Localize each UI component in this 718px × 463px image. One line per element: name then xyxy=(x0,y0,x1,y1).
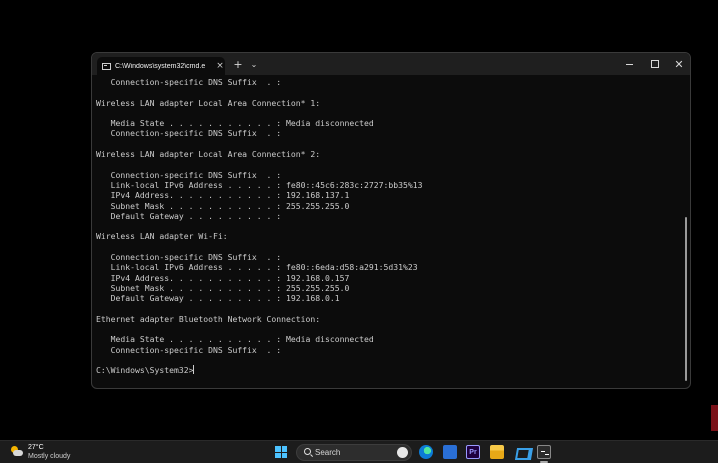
weather-description[interactable]: Mostly cloudy xyxy=(28,453,70,460)
start-pane xyxy=(275,452,281,458)
scrollbar[interactable] xyxy=(685,217,687,381)
weather-icon[interactable] xyxy=(10,446,23,458)
tab-dropdown-button[interactable]: ⌄ xyxy=(248,57,260,71)
search-icon xyxy=(304,448,311,455)
terminal-line: Default Gateway . . . . . . . . . : 192.… xyxy=(96,293,340,304)
terminal-line: C:\Windows\System32> xyxy=(96,365,195,376)
minimize-button[interactable] xyxy=(622,57,636,71)
tab-title: C:\Windows\system32\cmd.e xyxy=(115,62,206,70)
terminal-line: IPv4 Address. . . . . . . . . . . : 192.… xyxy=(96,190,350,201)
title-bar: C:\Windows\system32\cmd.e × + ⌄ ✕ xyxy=(92,53,690,75)
taskbar: 27°C Mostly cloudy Search Pr xyxy=(0,440,718,463)
terminal-line: Connection-specific DNS Suffix . : xyxy=(96,344,282,355)
cmd-icon xyxy=(102,62,111,70)
file-explorer-icon[interactable] xyxy=(490,445,504,459)
terminal-line: Ethernet adapter Bluetooth Network Conne… xyxy=(96,313,321,324)
terminal-line: Connection-specific DNS Suffix . : xyxy=(96,169,282,180)
search-label: Search xyxy=(315,448,341,457)
terminal-line: Subnet Mask . . . . . . . . . . . : 255.… xyxy=(96,282,350,293)
terminal-line: Media State . . . . . . . . . . . : Medi… xyxy=(96,118,374,129)
taskbar-search-box[interactable]: Search xyxy=(296,444,412,461)
start-pane xyxy=(281,446,287,452)
tab-cmd[interactable]: C:\Windows\system32\cmd.e × xyxy=(97,57,225,75)
text-cursor xyxy=(193,365,195,375)
terminal-line: Media State . . . . . . . . . . . : Medi… xyxy=(96,334,374,345)
store-icon[interactable] xyxy=(443,445,457,459)
terminal-line: Link-local IPv6 Address . . . . . : fe80… xyxy=(96,262,418,273)
background-window-edge xyxy=(711,405,718,431)
new-tab-button[interactable]: + xyxy=(232,57,244,71)
terminal-line: Wireless LAN adapter Wi-Fi: xyxy=(96,231,228,242)
terminal-line: Connection-specific DNS Suffix . : xyxy=(96,252,282,263)
tab-close-icon[interactable]: × xyxy=(215,61,225,71)
edge-icon[interactable] xyxy=(419,445,433,459)
maximize-button[interactable] xyxy=(648,57,662,71)
vscode-icon[interactable] xyxy=(514,445,528,459)
windows-start-icon[interactable] xyxy=(275,446,287,458)
terminal-line: Subnet Mask . . . . . . . . . . . : 255.… xyxy=(96,200,350,211)
start-pane xyxy=(281,452,287,458)
cloud-shape xyxy=(13,450,23,456)
premiere-icon[interactable]: Pr xyxy=(466,445,480,459)
terminal-line: Wireless LAN adapter Local Area Connecti… xyxy=(96,97,321,108)
search-highlight-icon xyxy=(397,447,408,458)
weather-temperature[interactable]: 27°C xyxy=(28,444,44,451)
start-pane xyxy=(275,446,281,452)
terminal-icon[interactable] xyxy=(537,445,551,459)
terminal-line: IPv4 Address. . . . . . . . . . . : 192.… xyxy=(96,272,350,283)
terminal-output[interactable]: Connection-specific DNS Suffix . : Wirele… xyxy=(96,77,681,387)
terminal-window: C:\Windows\system32\cmd.e × + ⌄ ✕ Connec… xyxy=(91,52,691,389)
terminal-line: Connection-specific DNS Suffix . : xyxy=(96,77,282,87)
terminal-line: Link-local IPv6 Address . . . . . : fe80… xyxy=(96,179,423,190)
terminal-line: Default Gateway . . . . . . . . . : xyxy=(96,210,282,221)
terminal-line: Wireless LAN adapter Local Area Connecti… xyxy=(96,149,321,160)
terminal-line: Connection-specific DNS Suffix . : xyxy=(96,128,282,139)
close-button[interactable]: ✕ xyxy=(672,57,686,71)
